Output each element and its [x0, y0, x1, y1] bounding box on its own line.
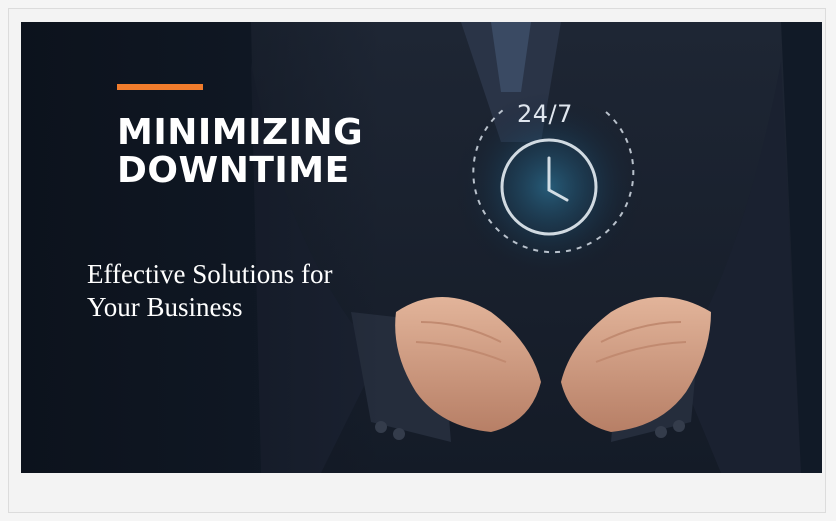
accent-bar — [117, 84, 203, 90]
title-line-2: DOWNTIME — [117, 150, 350, 191]
slide-subtitle: Effective Solutions for Your Business — [87, 258, 332, 324]
slide-title: MINIMIZING DOWNTIME — [117, 114, 363, 190]
title-line-1: MINIMIZING — [117, 112, 364, 153]
subtitle-line-1: Effective Solutions for — [87, 259, 333, 289]
subtitle-line-2: Your Business — [87, 292, 243, 322]
hero-slide: MINIMIZING DOWNTIME 24/7 Effective Solut… — [21, 22, 822, 473]
availability-badge: 24/7 — [517, 100, 573, 128]
